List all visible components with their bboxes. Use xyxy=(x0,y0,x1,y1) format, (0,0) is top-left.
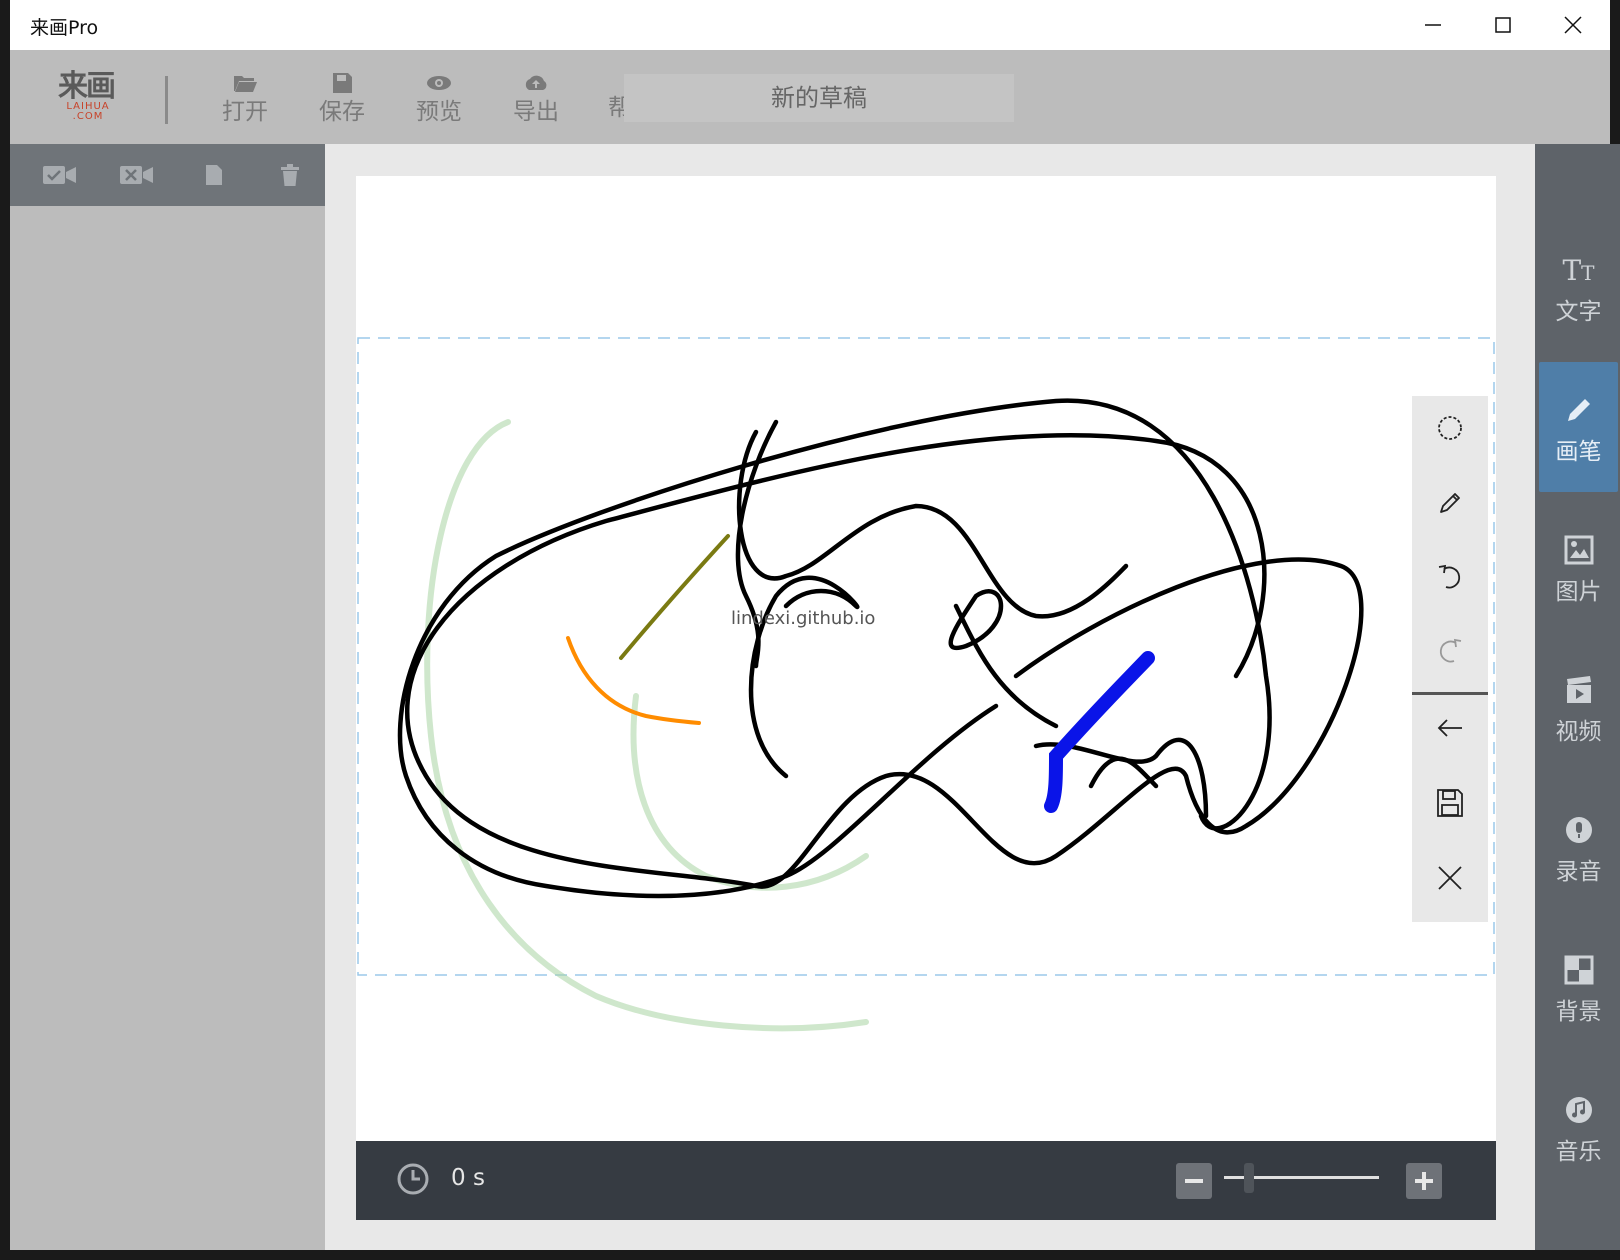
maximize-icon xyxy=(1495,17,1511,33)
save-button[interactable]: 保存 xyxy=(307,72,377,136)
delete-scene-button[interactable] xyxy=(266,160,314,190)
insert-video-button[interactable]: 视频 xyxy=(1539,642,1618,772)
new-page-button[interactable] xyxy=(190,160,238,190)
title-bar: 来画Pro xyxy=(10,0,1610,50)
cloud-upload-icon xyxy=(525,75,547,90)
insert-panel: TT 文字 画笔 图片 视频 录音 背景 音乐 xyxy=(1535,144,1620,1250)
close-icon xyxy=(1564,16,1582,34)
time-display: 0 s xyxy=(451,1165,485,1191)
redo-button[interactable] xyxy=(1412,622,1488,682)
enable-scene-button[interactable] xyxy=(36,160,84,190)
minimize-icon xyxy=(1425,24,1441,26)
drawing-canvas[interactable]: lindexi.github.io xyxy=(356,176,1496,1141)
background-icon xyxy=(1539,952,1618,988)
timeline-bar: 0 s xyxy=(356,1141,1496,1220)
close-icon xyxy=(1438,866,1462,890)
open-button[interactable]: 打开 xyxy=(210,72,280,136)
export-label: 导出 xyxy=(513,99,559,125)
app-window: 来画Pro 来画 LAIHUA .COM 打开 保存 预览 导出 新的草稿 li… xyxy=(0,0,1620,1260)
zoom-in-button[interactable] xyxy=(1406,1163,1442,1199)
document-title[interactable]: 新的草稿 xyxy=(624,74,1014,122)
plus-icon xyxy=(1415,1172,1433,1190)
watermark-text: lindexi.github.io xyxy=(731,608,876,629)
redo-icon xyxy=(1439,638,1462,663)
save-drawing-button[interactable] xyxy=(1412,773,1488,833)
insert-text-button[interactable]: TT 文字 xyxy=(1539,222,1618,352)
save-icon xyxy=(1437,789,1463,817)
eye-icon xyxy=(427,76,451,90)
clock-icon xyxy=(397,1163,429,1195)
background-button[interactable]: 背景 xyxy=(1539,922,1618,1052)
video-cross-icon xyxy=(120,166,153,184)
toolbar-divider xyxy=(165,76,168,124)
insert-image-button[interactable]: 图片 xyxy=(1539,502,1618,632)
music-icon xyxy=(1539,1092,1618,1128)
video-label: 视频 xyxy=(1555,719,1602,745)
disable-scene-button[interactable] xyxy=(113,160,161,190)
pen-tools-panel xyxy=(1412,396,1488,922)
save-icon xyxy=(333,73,352,93)
olive-stroke xyxy=(619,534,730,660)
image-icon xyxy=(1539,532,1618,568)
logo-domain: .COM xyxy=(72,111,104,122)
pen-tools-divider xyxy=(1412,692,1488,695)
export-button[interactable]: 导出 xyxy=(501,72,571,136)
zoom-out-button[interactable] xyxy=(1176,1163,1212,1199)
open-label: 打开 xyxy=(222,99,268,125)
back-arrow-icon xyxy=(1437,719,1462,737)
blue-stroke xyxy=(1044,651,1155,813)
pencil-button[interactable] xyxy=(1412,473,1488,533)
back-button[interactable] xyxy=(1412,698,1488,758)
zoom-slider-handle[interactable] xyxy=(1244,1163,1254,1193)
close-window-button[interactable] xyxy=(1538,0,1608,50)
text-icon: TT xyxy=(1562,253,1595,287)
logo-text: 来画 xyxy=(58,69,116,104)
record-label: 录音 xyxy=(1555,859,1602,885)
music-label: 音乐 xyxy=(1555,1139,1602,1165)
brush-label: 画笔 xyxy=(1555,439,1602,465)
undo-button[interactable] xyxy=(1412,548,1488,608)
cancel-drawing-button[interactable] xyxy=(1412,848,1488,908)
background-label: 背景 xyxy=(1555,999,1602,1025)
record-audio-button[interactable]: 录音 xyxy=(1539,782,1618,912)
preview-label: 预览 xyxy=(416,99,462,125)
green-strokes xyxy=(424,419,869,1032)
minimize-button[interactable] xyxy=(1398,0,1468,50)
brush-button[interactable]: 画笔 xyxy=(1539,362,1618,492)
preview-button[interactable]: 预览 xyxy=(404,72,474,136)
text-label: 文字 xyxy=(1555,299,1602,325)
undo-icon xyxy=(1438,564,1461,589)
lasso-select-button[interactable] xyxy=(1412,398,1488,458)
image-label: 图片 xyxy=(1555,579,1602,605)
video-check-icon xyxy=(43,166,76,184)
ink-layer xyxy=(357,337,1495,1032)
window-title: 来画Pro xyxy=(30,17,99,39)
circle-dashed-icon xyxy=(1438,416,1462,440)
video-icon xyxy=(1539,672,1618,708)
main-toolbar: 来画 LAIHUA .COM 打开 保存 预览 导出 帮助 新的草稿 xyxy=(10,50,1610,144)
orange-stroke xyxy=(566,636,701,725)
selection-box xyxy=(357,337,1495,976)
black-strokes xyxy=(397,398,1364,899)
music-button[interactable]: 音乐 xyxy=(1539,1062,1618,1192)
microphone-icon xyxy=(1539,812,1618,848)
scene-list-panel xyxy=(10,144,325,1250)
scene-toolbar xyxy=(10,144,325,206)
page-icon xyxy=(206,165,222,185)
laihua-logo: 来画 LAIHUA .COM xyxy=(58,72,118,126)
brush-icon xyxy=(1539,392,1618,428)
pencil-icon xyxy=(1440,493,1460,513)
folder-open-icon xyxy=(234,76,257,92)
trash-icon xyxy=(281,164,299,186)
maximize-button[interactable] xyxy=(1468,0,1538,50)
minus-icon xyxy=(1185,1179,1203,1183)
save-label: 保存 xyxy=(319,99,365,125)
